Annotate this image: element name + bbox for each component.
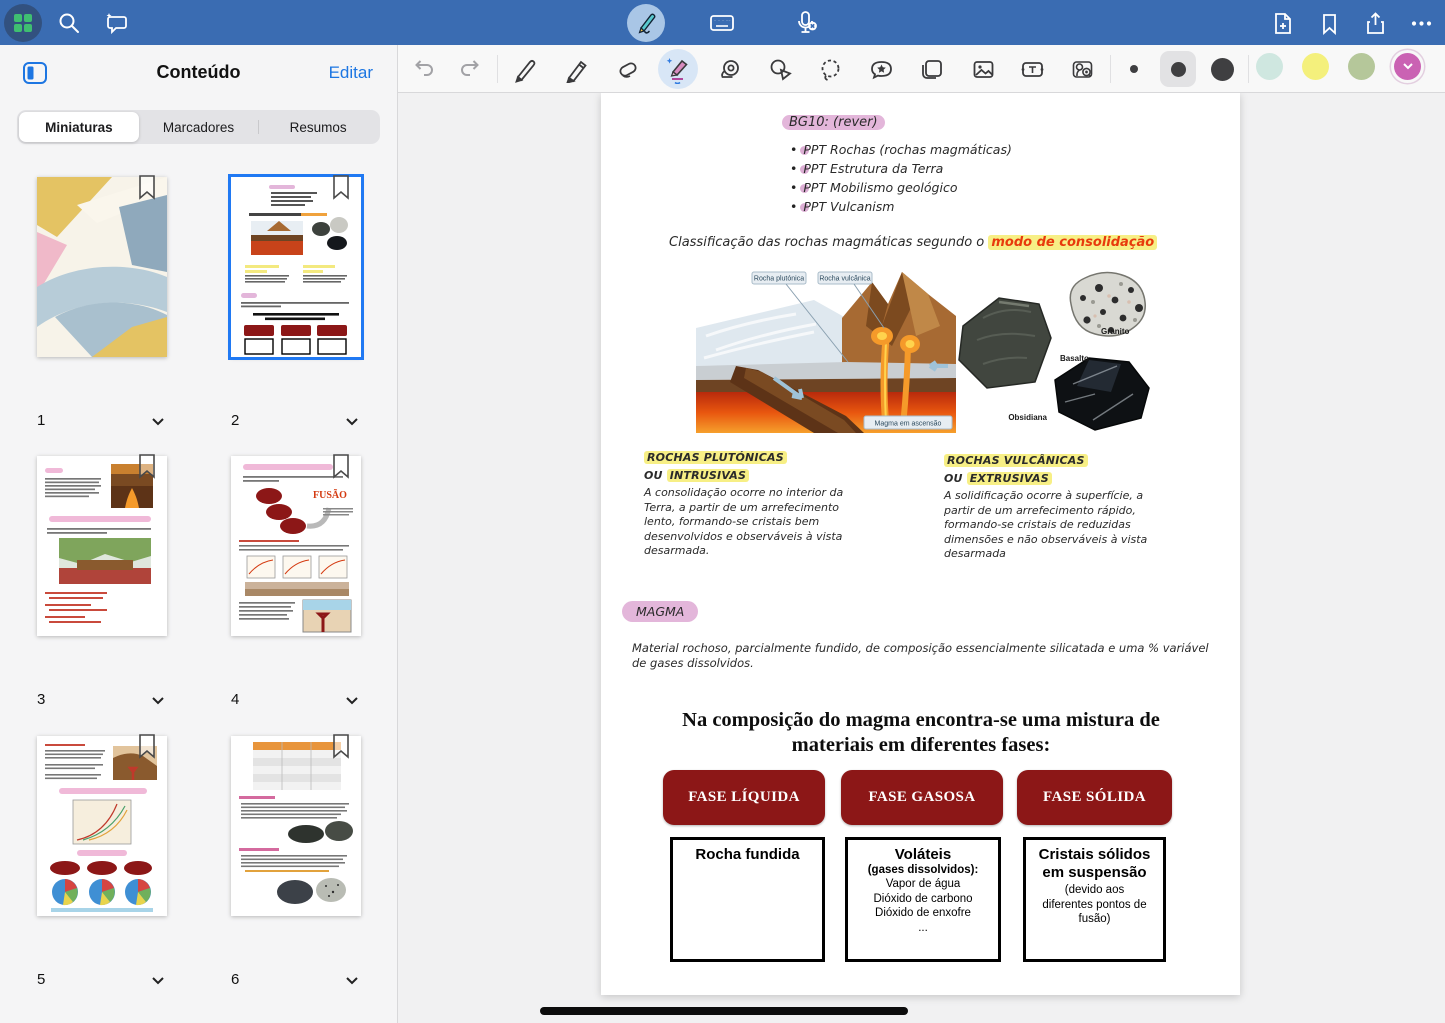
note-bullet: PPT Rochas (rochas magmáticas) bbox=[790, 142, 1012, 157]
pencil-tool-icon[interactable] bbox=[559, 51, 595, 87]
zoom-tool-icon[interactable] bbox=[1064, 51, 1100, 87]
eraser-tool-icon[interactable] bbox=[609, 51, 645, 87]
more-icon[interactable] bbox=[1402, 4, 1440, 42]
color-swatch-sage[interactable] bbox=[1348, 53, 1375, 80]
sidebar: Conteúdo Editar Miniaturas Marcadores Re… bbox=[0, 45, 398, 1023]
thumbnail-bookmark-icon bbox=[137, 734, 157, 765]
pen-mode-icon[interactable] bbox=[627, 4, 665, 42]
page-menu-chevron[interactable] bbox=[345, 693, 359, 710]
undo-icon[interactable] bbox=[406, 51, 442, 87]
top-navigation-bar bbox=[0, 0, 1445, 45]
page-menu-chevron[interactable] bbox=[151, 414, 165, 431]
figure-label-plutonic: Rocha plutónica bbox=[754, 276, 804, 283]
figure-label-magma-rising: Magma em ascensão bbox=[875, 421, 942, 428]
document-toolbar bbox=[398, 45, 1445, 93]
volcano-cross-section-figure: Rocha plutónica Rocha vulcânica Magma em… bbox=[696, 266, 956, 433]
page-menu-chevron[interactable] bbox=[345, 973, 359, 990]
page-thumbnail-1[interactable] bbox=[37, 177, 167, 357]
color-swatch-mint[interactable] bbox=[1256, 53, 1283, 80]
note-header-tag: BG10: (rever) bbox=[782, 115, 885, 130]
sticker-tool-icon[interactable] bbox=[863, 51, 899, 87]
phase-solid-box: FASE SÓLIDA bbox=[1017, 770, 1172, 825]
stroke-size-large[interactable] bbox=[1204, 51, 1240, 87]
liquid-phase-detail-box: Rocha fundida bbox=[670, 837, 825, 962]
stroke-size-small[interactable] bbox=[1116, 51, 1152, 87]
edit-button[interactable]: Editar bbox=[329, 63, 373, 83]
add-page-icon[interactable] bbox=[1263, 4, 1301, 42]
document-canvas: BG10: (rever) PPT Rochas (rochas magmáti… bbox=[399, 93, 1445, 1023]
mixture-title: Na composição do magma encontra-se uma m… bbox=[661, 708, 1181, 758]
classification-line: Classificação das rochas magmáticas segu… bbox=[669, 235, 1157, 250]
magma-definition: Material rochoso, parcialmente fundido, … bbox=[632, 641, 1210, 671]
bookmark-icon[interactable] bbox=[1310, 4, 1348, 42]
sticky-note-tool-icon[interactable] bbox=[913, 51, 949, 87]
tab-miniaturas[interactable]: Miniaturas bbox=[19, 112, 139, 142]
rock-label-granite: Granito bbox=[1101, 327, 1130, 336]
page-thumbnail-4[interactable]: FUSÃO bbox=[231, 456, 361, 636]
thumbnail-bookmark-icon bbox=[331, 454, 351, 485]
image-tool-icon[interactable] bbox=[965, 51, 1001, 87]
thumbnail-bookmark-icon bbox=[137, 175, 157, 206]
page-thumbnail-5[interactable] bbox=[37, 736, 167, 916]
mic-muted-icon[interactable] bbox=[787, 4, 825, 42]
thumbnail-bookmark-icon bbox=[137, 454, 157, 485]
page-number: 3 bbox=[37, 691, 45, 708]
pen-tool-icon[interactable] bbox=[507, 51, 543, 87]
page-menu-chevron[interactable] bbox=[151, 973, 165, 990]
redo-icon[interactable] bbox=[452, 51, 488, 87]
sidebar-tabs: Miniaturas Marcadores Resumos bbox=[17, 110, 380, 144]
phase-gas-box: FASE GASOSA bbox=[841, 770, 1003, 825]
note-bullet: PPT Estrutura da Terra bbox=[790, 161, 943, 176]
plutonic-rocks-note: ROCHAS PLUTÓNICAS OU INTRUSIVAS A consol… bbox=[644, 451, 869, 559]
note-bullet: PPT Vulcanism bbox=[790, 199, 894, 214]
rock-samples-figure: Basalto Granito Obsidiana bbox=[953, 268, 1158, 440]
figure-label-volcanic: Rocha vulcânica bbox=[819, 276, 870, 283]
svg-text:FUSÃO: FUSÃO bbox=[313, 489, 347, 501]
color-swatch-pink[interactable] bbox=[1394, 53, 1421, 80]
tape-tool-icon[interactable] bbox=[711, 51, 747, 87]
solid-phase-detail-box: Cristais sólidos em suspensão (devido ao… bbox=[1023, 837, 1166, 962]
stroke-size-medium[interactable] bbox=[1160, 51, 1196, 87]
thumbnail-bookmark-icon bbox=[331, 175, 351, 206]
page-number: 2 bbox=[231, 412, 239, 429]
rock-label-obsidian: Obsidiana bbox=[1008, 413, 1047, 422]
note-bullet: PPT Mobilismo geológico bbox=[790, 180, 957, 195]
thumbnail-bookmark-icon bbox=[331, 734, 351, 765]
gas-phase-detail-box: Voláteis (gases dissolvidos): Vapor de á… bbox=[845, 837, 1001, 962]
page-number: 4 bbox=[231, 691, 239, 708]
color-swatch-yellow[interactable] bbox=[1302, 53, 1329, 80]
page-number: 1 bbox=[37, 412, 45, 429]
magma-tag: MAGMA bbox=[622, 604, 698, 619]
home-indicator[interactable] bbox=[540, 1007, 908, 1015]
search-icon[interactable] bbox=[50, 4, 88, 42]
highlighter-tool-icon[interactable] bbox=[658, 49, 698, 89]
page-menu-chevron[interactable] bbox=[151, 693, 165, 710]
share-icon[interactable] bbox=[1356, 4, 1394, 42]
page-thumbnail-6[interactable] bbox=[231, 736, 361, 916]
volcanic-rocks-note: ROCHAS VULCÂNICAS OU EXTRUSIVAS A solidi… bbox=[944, 454, 1169, 562]
page-thumbnail-2[interactable] bbox=[231, 177, 361, 357]
phase-liquid-box: FASE LÍQUIDA bbox=[663, 770, 825, 825]
page-thumbnail-3[interactable] bbox=[37, 456, 167, 636]
ai-assistant-icon[interactable] bbox=[98, 4, 136, 42]
shapes-tool-icon[interactable] bbox=[762, 51, 798, 87]
tab-marcadores[interactable]: Marcadores bbox=[139, 112, 259, 142]
page-menu-chevron[interactable] bbox=[345, 414, 359, 431]
keyboard-icon[interactable] bbox=[703, 4, 741, 42]
page-number: 6 bbox=[231, 971, 239, 988]
text-tool-icon[interactable] bbox=[1014, 51, 1050, 87]
app-grid-icon[interactable] bbox=[4, 4, 42, 42]
page-number: 5 bbox=[37, 971, 45, 988]
notebook-page[interactable]: BG10: (rever) PPT Rochas (rochas magmáti… bbox=[601, 93, 1240, 995]
lasso-tool-icon[interactable] bbox=[812, 51, 848, 87]
rock-label-basalt: Basalto bbox=[1060, 354, 1089, 363]
tab-resumos[interactable]: Resumos bbox=[258, 112, 378, 142]
